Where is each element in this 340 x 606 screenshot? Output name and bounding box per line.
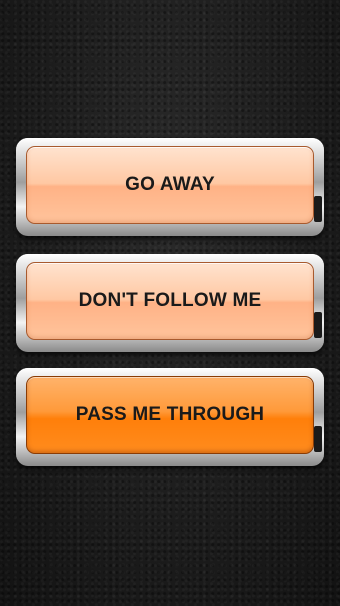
- go-away-button[interactable]: GO AWAY: [26, 146, 314, 224]
- go-away-button-label: GO AWAY: [125, 174, 215, 195]
- dont-follow-me-button[interactable]: DON'T FOLLOW ME: [26, 262, 314, 340]
- pass-me-through-button-label: PASS ME THROUGH: [75, 404, 265, 425]
- dont-follow-me-button-label: DON'T FOLLOW ME: [78, 290, 262, 311]
- dont-follow-me-button-frame: DON'T FOLLOW ME: [16, 254, 324, 352]
- pass-me-through-button[interactable]: PASS ME THROUGH: [26, 376, 314, 454]
- pass-me-through-button-frame: PASS ME THROUGH: [16, 368, 324, 466]
- app-screen: GO AWAY DON'T FOLLOW ME PASS ME THROUGH: [0, 0, 340, 606]
- go-away-button-frame: GO AWAY: [16, 138, 324, 236]
